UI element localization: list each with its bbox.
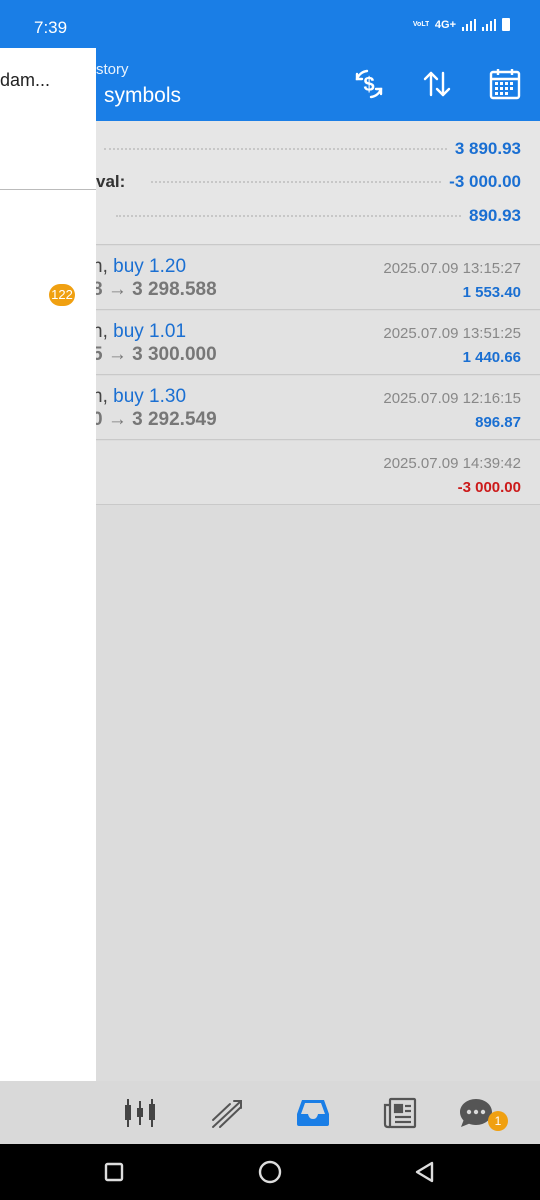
trade-date: 2025.07.09 13:51:25 xyxy=(383,325,521,342)
quotes-icon[interactable] xyxy=(120,1093,160,1133)
chart-icon[interactable] xyxy=(207,1093,247,1133)
status-icons: VoLTE2 4G+ xyxy=(413,18,510,31)
bottom-tab-bar xyxy=(0,1081,540,1144)
trade-prices: 5 → 3 300.000 xyxy=(92,344,217,365)
back-icon[interactable] xyxy=(411,1158,439,1186)
trade-profit: 1 553.40 xyxy=(462,284,521,301)
trade-action: buy 1.20 xyxy=(113,256,187,277)
news-icon[interactable] xyxy=(380,1093,420,1133)
withdrawal-date: 2025.07.09 14:39:42 xyxy=(383,455,521,472)
status-bar: 7:39 VoLTE2 4G+ xyxy=(0,0,540,48)
summary-value: 3 890.93 xyxy=(454,139,521,158)
summary-value: 890.93 xyxy=(469,206,521,225)
chat-badge: 1 xyxy=(488,1111,508,1131)
battery-icon xyxy=(502,18,510,31)
app-bar-title[interactable]: symbols xyxy=(86,84,181,108)
trade-date: 2025.07.09 13:15:27 xyxy=(383,260,521,277)
drawer-account-name[interactable]: dam... xyxy=(0,70,50,91)
system-navigation-bar xyxy=(0,1144,540,1200)
summary-value: -3 000.00 xyxy=(449,172,521,191)
signal-icon-1 xyxy=(462,18,476,31)
trade-profit: 1 440.66 xyxy=(462,349,521,366)
trade-profit: 896.87 xyxy=(475,414,521,431)
signal-icon-2 xyxy=(482,18,496,31)
home-icon[interactable] xyxy=(256,1158,284,1186)
summary-row-profit: 3 890.93 xyxy=(96,137,521,161)
currency-exchange-icon[interactable]: $ xyxy=(351,66,387,102)
svg-text:$: $ xyxy=(363,74,374,96)
withdrawal-amount: -3 000.00 xyxy=(457,479,521,496)
volte-indicator: VoLTE2 xyxy=(412,21,429,28)
drawer-badge: 122 xyxy=(49,284,75,306)
summary-row-balance: 890.93 xyxy=(96,204,521,228)
summary-label: val: xyxy=(96,172,126,191)
app-bar-subtitle: story xyxy=(96,61,129,78)
trade-action: buy 1.30 xyxy=(113,386,187,407)
network-type: 4G+ xyxy=(434,18,456,31)
navigation-drawer: dam... xyxy=(0,48,96,1144)
app-bar-title-text: symbols xyxy=(104,84,182,107)
trade-date: 2025.07.09 12:16:15 xyxy=(383,390,521,407)
history-icon[interactable] xyxy=(293,1093,333,1133)
status-time: 7:39 xyxy=(34,18,68,37)
sort-icon[interactable] xyxy=(419,66,455,102)
calendar-icon[interactable] xyxy=(487,66,523,102)
trade-prices: 8 → 3 298.588 xyxy=(92,279,217,300)
trade-action: buy 1.01 xyxy=(113,321,187,342)
recent-apps-icon[interactable] xyxy=(100,1158,128,1186)
summary-row-withdrawal: val: -3 000.00 xyxy=(96,170,521,194)
trade-prices: 0 → 3 292.549 xyxy=(92,409,217,430)
drawer-divider xyxy=(0,189,96,190)
